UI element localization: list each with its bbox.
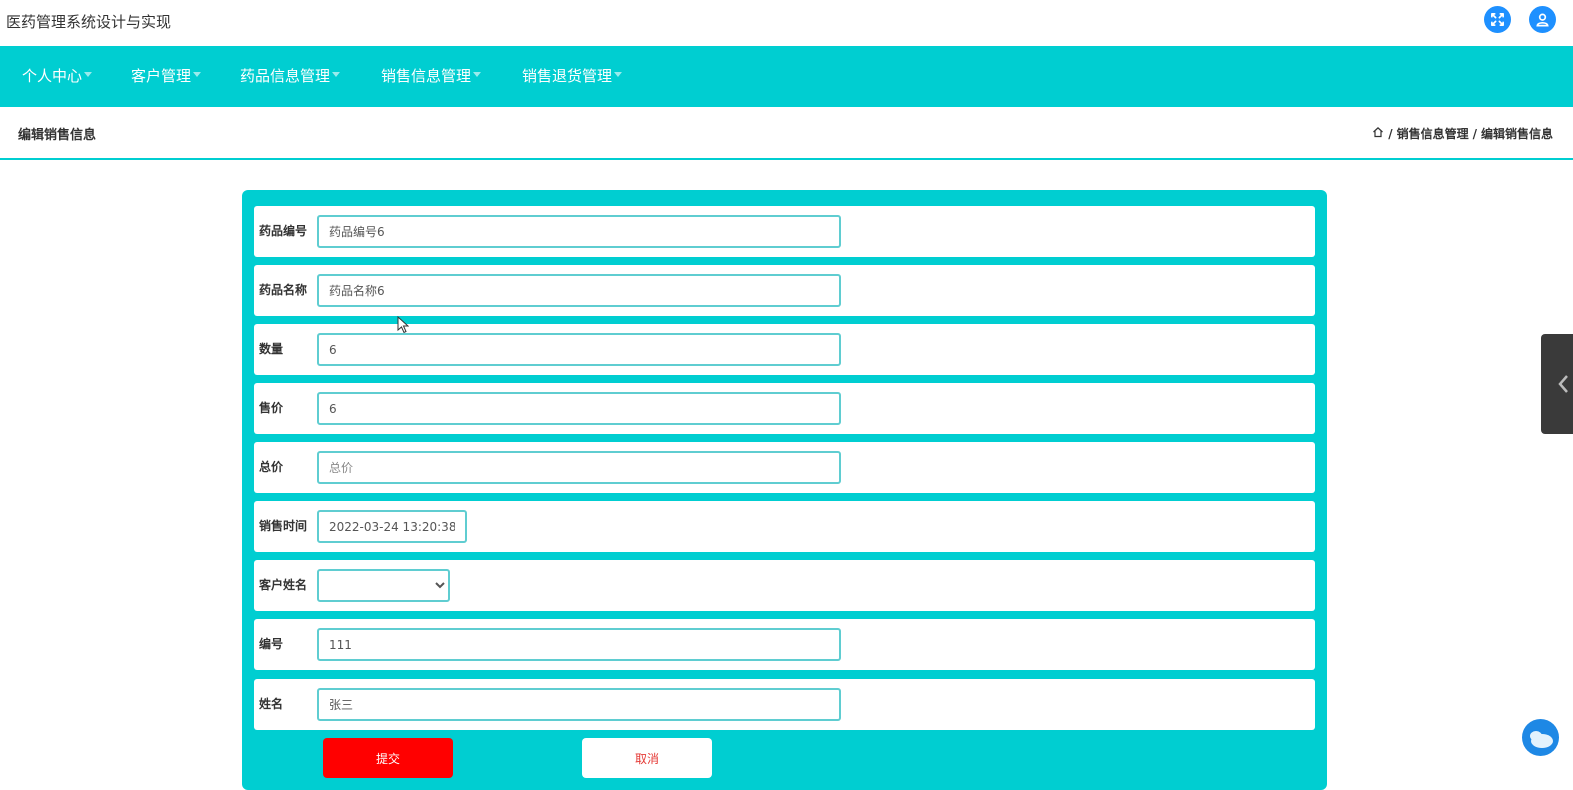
drug-name-input[interactable] [317, 274, 841, 307]
name-label: 姓名 [259, 697, 284, 711]
form-row-total-price: 总价 [254, 442, 1315, 493]
nav-item-label: 销售退货管理 [522, 67, 613, 85]
form-row-number: 编号 [254, 619, 1315, 670]
breadcrumb-separator: / [1472, 126, 1477, 141]
price-label: 售价 [259, 401, 284, 415]
mouse-cursor-icon [397, 316, 409, 334]
edit-sales-form: 药品编号 药品名称 数量 售价 总价 销售时间 客户姓名 编号 姓名 提交 取消 [242, 190, 1327, 790]
drug-code-input[interactable] [317, 215, 841, 248]
form-row-drug-name: 药品名称 [254, 265, 1315, 316]
breadcrumb-separator: / [1388, 126, 1393, 141]
main-nav: 个人中心 客户管理 药品信息管理 销售信息管理 销售退货管理 [0, 46, 1573, 107]
name-input[interactable] [317, 688, 841, 721]
nav-item-label: 客户管理 [131, 67, 192, 85]
nav-item-sales-return-management[interactable]: 销售退货管理 [522, 46, 623, 107]
chat-bubble-icon[interactable] [1522, 719, 1559, 756]
cancel-button[interactable]: 取消 [582, 738, 712, 778]
chevron-left-icon [1558, 375, 1568, 393]
number-input[interactable] [317, 628, 841, 661]
total-price-input[interactable] [317, 451, 841, 484]
sale-time-input[interactable] [317, 510, 467, 543]
drug-code-label: 药品编号 [259, 224, 308, 238]
user-icon[interactable] [1529, 6, 1556, 33]
price-input[interactable] [317, 392, 841, 425]
form-row-sale-time: 销售时间 [254, 501, 1315, 552]
sale-time-label: 销售时间 [259, 519, 308, 533]
page-title: 编辑销售信息 [18, 128, 97, 143]
top-bar: 医药管理系统设计与实现 [0, 0, 1573, 46]
form-row-name: 姓名 [254, 679, 1315, 730]
breadcrumb: / 销售信息管理 / 编辑销售信息 [1372, 125, 1553, 142]
customer-name-label: 客户姓名 [259, 578, 308, 592]
home-icon[interactable] [1372, 126, 1384, 141]
fullscreen-icon[interactable] [1484, 6, 1511, 33]
caret-down-icon [614, 72, 623, 77]
customer-name-select[interactable] [317, 569, 450, 602]
caret-down-icon [193, 72, 202, 77]
nav-item-customer-management[interactable]: 客户管理 [131, 46, 202, 107]
breadcrumb-section[interactable]: 销售信息管理 [1397, 125, 1469, 142]
form-row-quantity: 数量 [254, 324, 1315, 375]
form-row-price: 售价 [254, 383, 1315, 434]
quantity-label: 数量 [259, 342, 284, 356]
caret-down-icon [332, 72, 341, 77]
form-row-drug-code: 药品编号 [254, 206, 1315, 257]
number-label: 编号 [259, 637, 284, 651]
form-row-customer-name: 客户姓名 [254, 560, 1315, 611]
quantity-input[interactable] [317, 333, 841, 366]
app-title: 医药管理系统设计与实现 [6, 13, 172, 31]
nav-item-label: 个人中心 [22, 67, 83, 85]
nav-item-personal-center[interactable]: 个人中心 [22, 46, 93, 107]
nav-item-label: 销售信息管理 [381, 67, 472, 85]
nav-item-label: 药品信息管理 [240, 67, 331, 85]
breadcrumb-bar: 编辑销售信息 / 销售信息管理 / 编辑销售信息 [0, 107, 1573, 160]
side-collapse-tab[interactable] [1541, 334, 1573, 434]
nav-item-drug-info-management[interactable]: 药品信息管理 [240, 46, 341, 107]
breadcrumb-current: 编辑销售信息 [1480, 127, 1553, 141]
caret-down-icon [84, 72, 93, 77]
total-price-label: 总价 [259, 460, 284, 474]
drug-name-label: 药品名称 [259, 283, 308, 297]
caret-down-icon [473, 72, 482, 77]
nav-item-sales-info-management[interactable]: 销售信息管理 [381, 46, 482, 107]
submit-button[interactable]: 提交 [323, 738, 453, 778]
